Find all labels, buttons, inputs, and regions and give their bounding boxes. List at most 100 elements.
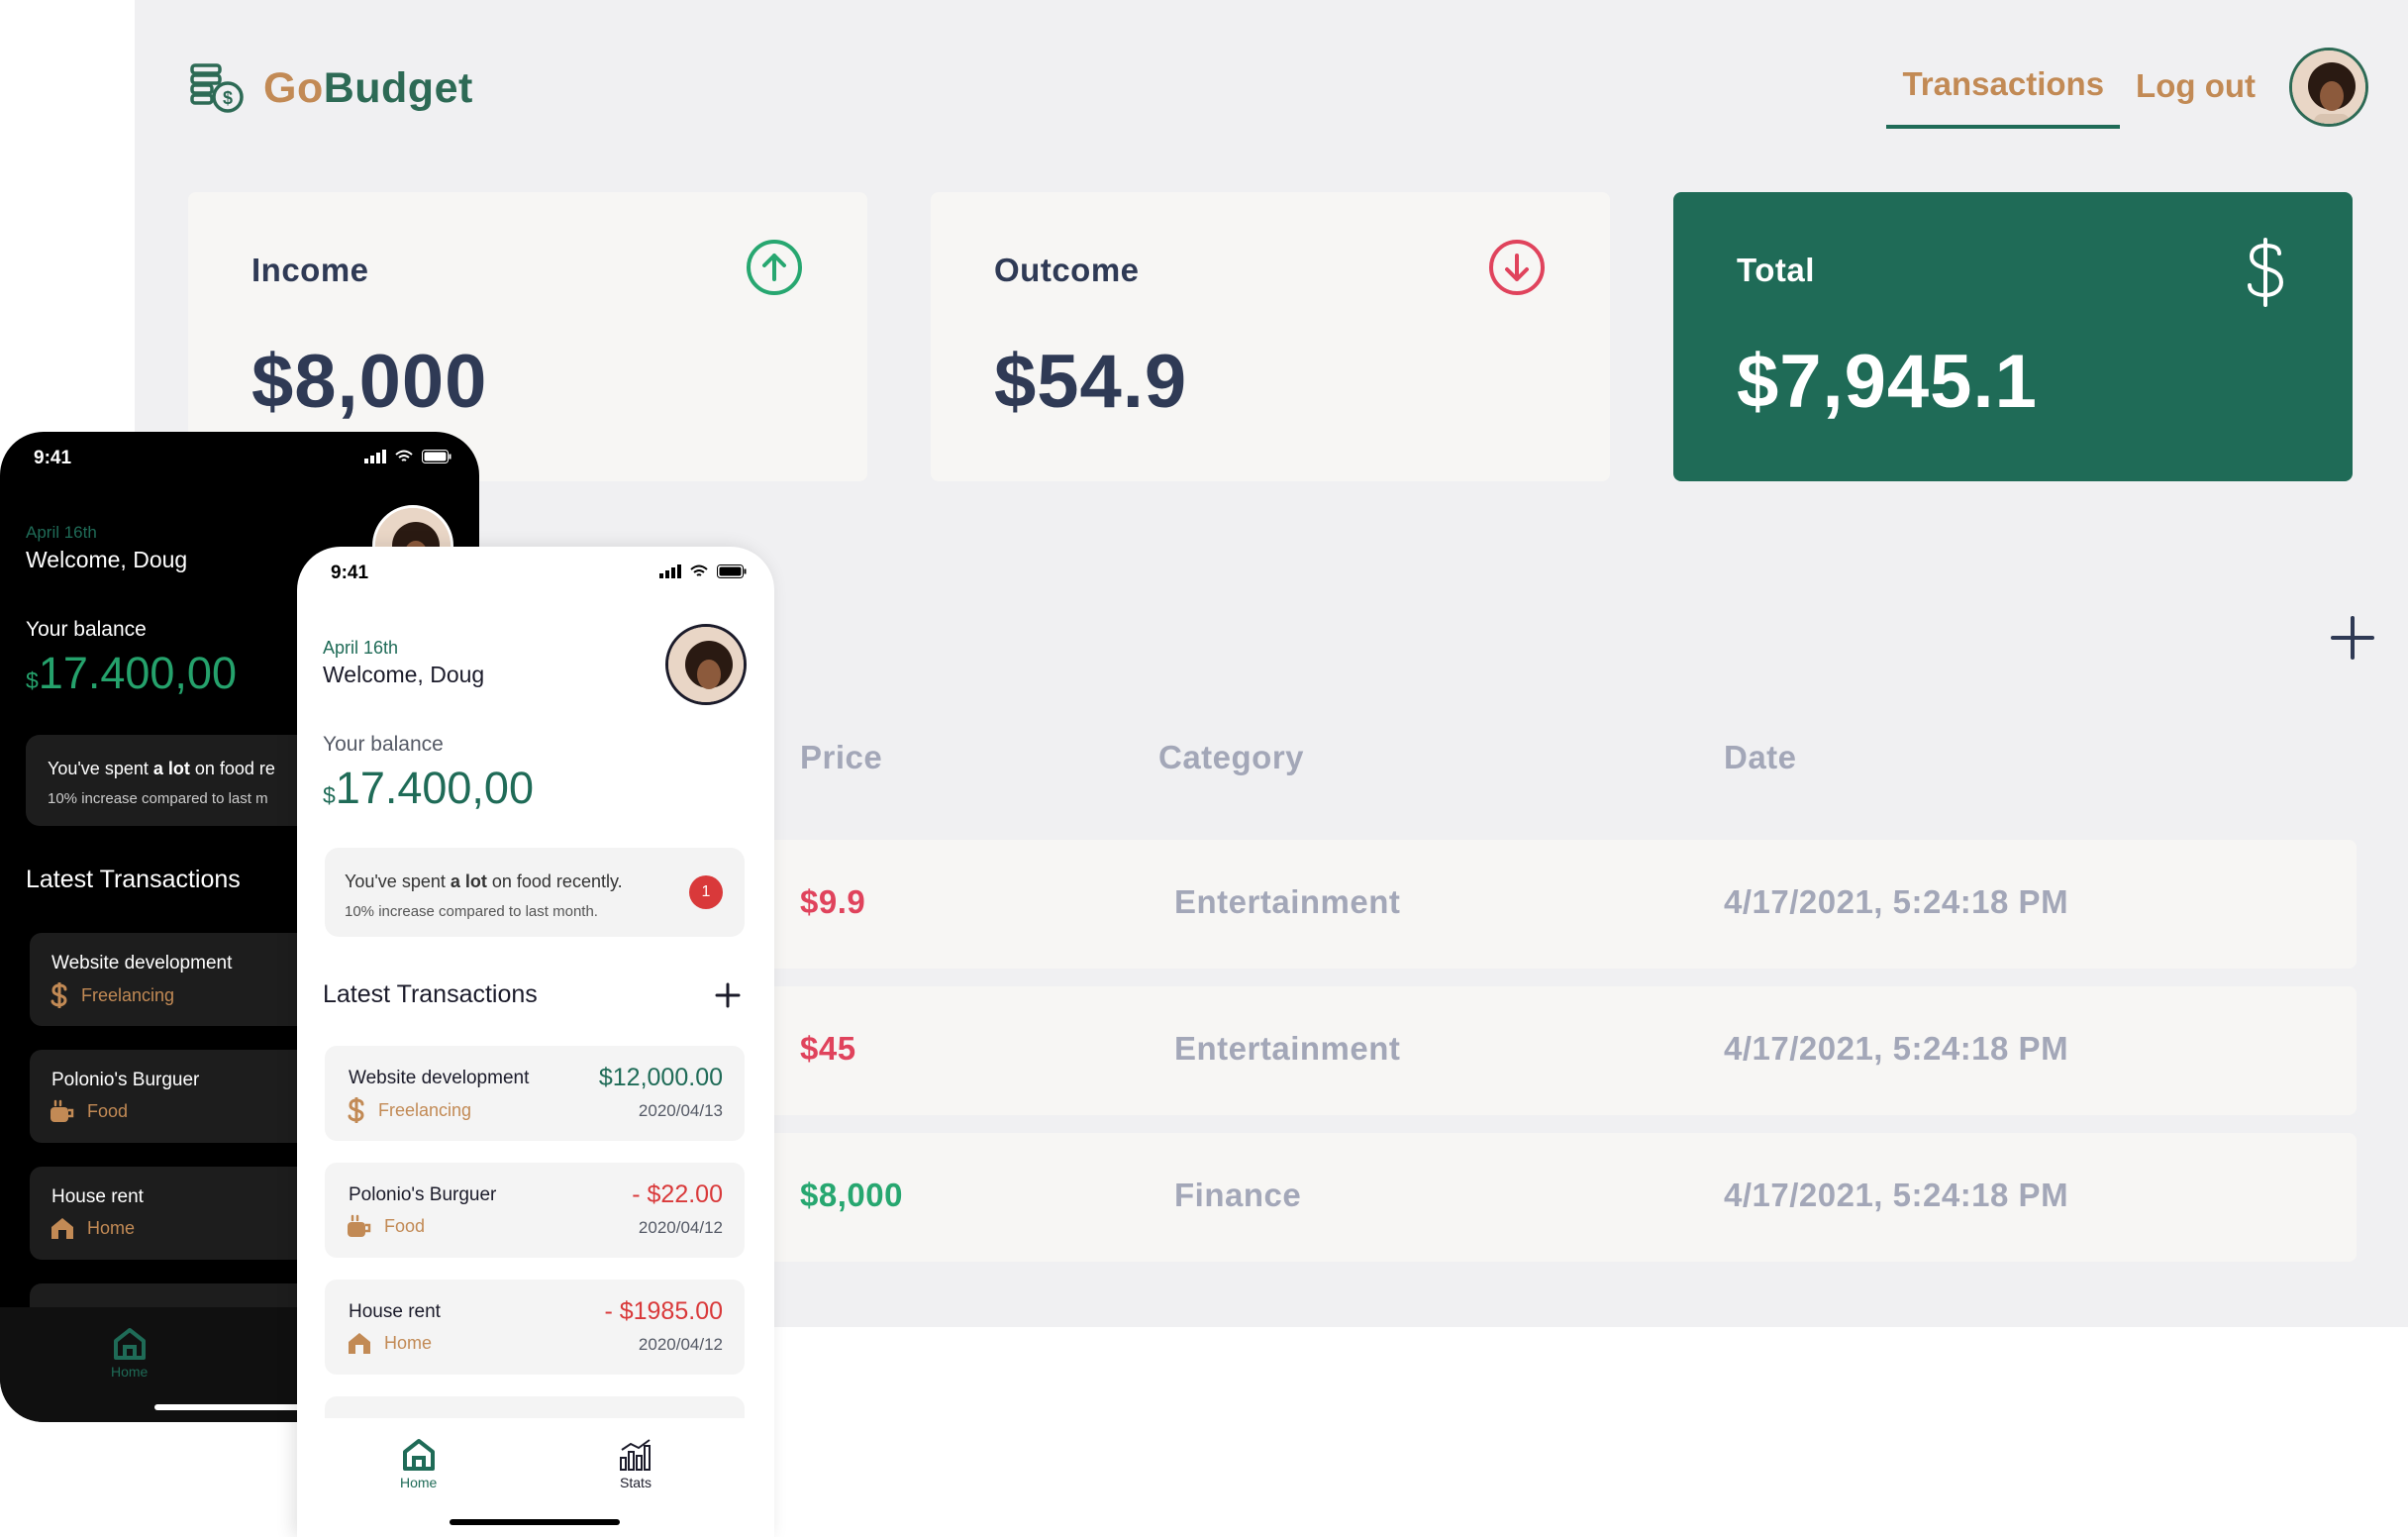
home-icon — [113, 1328, 146, 1360]
row-price: $9.9 — [800, 883, 866, 920]
logo[interactable]: $ GoBudget — [188, 61, 473, 115]
dollar-icon — [2248, 238, 2284, 307]
transaction-name: Polonio's Burguer — [349, 1184, 497, 1205]
home-indicator — [450, 1519, 620, 1525]
row-category: Finance — [1174, 1177, 1302, 1213]
top-nav: Transactions Log out — [1886, 46, 2368, 129]
col-header-price: Price — [800, 739, 883, 775]
row-date: 4/17/2021, 5:24:18 PM — [1724, 1030, 2069, 1067]
col-header-category: Category — [1158, 739, 1305, 775]
balance-value: $17.400,00 — [26, 648, 237, 698]
transaction-date: 2020/04/12 — [638, 1335, 723, 1354]
alert-text: You've spent a lot on food re — [48, 759, 275, 778]
alert-text: You've spent a lot on food recently. — [345, 871, 623, 891]
home-icon — [349, 1333, 370, 1354]
nav-logout-link[interactable]: Log out — [2120, 48, 2271, 127]
status-icons — [364, 450, 452, 463]
transaction-name: Polonio's Burguer — [51, 1070, 200, 1090]
row-category: Entertainment — [1174, 1030, 1401, 1067]
total-label: Total — [1737, 252, 1815, 288]
greeting-date: April 16th — [323, 638, 399, 658]
mobile-light-mockup: 9:41 April 16th Welcome, Doug Your balan… — [297, 547, 774, 1537]
user-avatar-icon — [668, 627, 744, 702]
avatar[interactable] — [2289, 48, 2368, 127]
nav-home-label: Home — [111, 1364, 149, 1380]
wifi-icon — [395, 450, 413, 461]
spending-alert[interactable]: You've spent a lot on food recently. 10%… — [325, 848, 745, 937]
battery-icon — [422, 450, 452, 463]
nav-home-tab[interactable]: Home — [400, 1438, 437, 1490]
transaction-name: Website development — [349, 1068, 530, 1088]
nav-home-tab[interactable]: Home — [111, 1327, 148, 1380]
svg-text:$: $ — [223, 88, 233, 108]
home-icon — [51, 1218, 73, 1239]
transaction-amount: - $22.00 — [632, 1180, 723, 1208]
transaction-category: Home — [50, 1216, 135, 1240]
nav-home-label: Home — [400, 1475, 438, 1490]
arrow-down-circle-icon — [1489, 240, 1545, 295]
nav-stats-label: Stats — [620, 1475, 652, 1490]
alert-subtext: 10% increase compared to last month. — [345, 903, 598, 920]
nav-stats-tab[interactable]: Stats — [618, 1438, 653, 1490]
balance-label: Your balance — [26, 618, 147, 641]
row-date: 4/17/2021, 5:24:18 PM — [1724, 1177, 2069, 1213]
add-transaction-button[interactable] — [2325, 610, 2380, 666]
transaction-name: Website development — [51, 953, 233, 973]
signal-icon — [659, 564, 681, 578]
total-value: $7,945.1 — [1737, 340, 2038, 424]
transaction-date: 2020/04/12 — [638, 1218, 723, 1237]
transaction-date: 2020/04/13 — [638, 1101, 723, 1120]
food-icon — [348, 1214, 371, 1237]
row-category: Entertainment — [1174, 883, 1401, 920]
coins-logo-icon: $ — [190, 63, 244, 113]
user-avatar-icon — [2292, 51, 2365, 124]
transaction-category: Food — [50, 1099, 128, 1123]
greeting-date: April 16th — [26, 523, 97, 542]
transaction-name: House rent — [51, 1186, 144, 1207]
row-price: $8,000 — [800, 1177, 903, 1213]
outcome-value: $54.9 — [994, 340, 1188, 424]
list-item[interactable]: Website development Freelancing $12,000.… — [325, 1046, 745, 1141]
nav-transactions-link[interactable]: Transactions — [1886, 46, 2121, 129]
transaction-amount: - $1985.00 — [604, 1297, 723, 1325]
latest-transactions-title: Latest Transactions — [323, 980, 538, 1008]
income-value: $8,000 — [251, 340, 488, 424]
dollar-icon — [348, 1097, 364, 1123]
income-label: Income — [251, 252, 369, 288]
transaction-category: Freelancing — [50, 982, 174, 1008]
status-time: 9:41 — [331, 563, 369, 583]
status-icons — [659, 564, 747, 578]
add-transaction-button[interactable] — [713, 980, 743, 1010]
transaction-category: Home — [347, 1331, 432, 1355]
welcome-text: Welcome, Doug — [26, 547, 188, 572]
transaction-amount: $12,000.00 — [598, 1064, 723, 1091]
list-item[interactable]: Polonio's Burguer Food - $22.00 2020/04/… — [325, 1163, 745, 1258]
welcome-text: Welcome, Doug — [323, 662, 485, 687]
balance-label: Your balance — [323, 733, 444, 756]
bar-chart-icon — [620, 1439, 651, 1471]
arrow-up-circle-icon — [747, 240, 802, 295]
outcome-label: Outcome — [994, 252, 1140, 288]
row-price: $45 — [800, 1030, 856, 1067]
wifi-icon — [690, 564, 708, 576]
status-time: 9:41 — [34, 448, 72, 468]
outcome-card: Outcome $54.9 — [931, 192, 1610, 481]
balance-value: $17.400,00 — [323, 763, 534, 813]
home-icon — [402, 1439, 435, 1471]
transaction-category: Food — [347, 1214, 425, 1238]
list-item[interactable]: House rent Home - $1985.00 2020/04/12 — [325, 1280, 745, 1375]
avatar[interactable] — [665, 624, 747, 705]
col-header-date: Date — [1724, 739, 1797, 775]
transaction-name: House rent — [349, 1301, 441, 1322]
logo-text: GoBudget — [263, 63, 473, 112]
transaction-category: Freelancing — [347, 1097, 471, 1123]
alert-subtext: 10% increase compared to last m — [48, 790, 268, 807]
battery-icon — [717, 564, 747, 578]
total-card: Total $7,945.1 — [1673, 192, 2353, 481]
notification-badge: 1 — [689, 875, 723, 909]
dollar-icon — [50, 982, 67, 1008]
latest-transactions-title: Latest Transactions — [26, 866, 241, 893]
row-date: 4/17/2021, 5:24:18 PM — [1724, 883, 2069, 920]
signal-icon — [364, 450, 386, 463]
food-icon — [50, 1099, 74, 1122]
